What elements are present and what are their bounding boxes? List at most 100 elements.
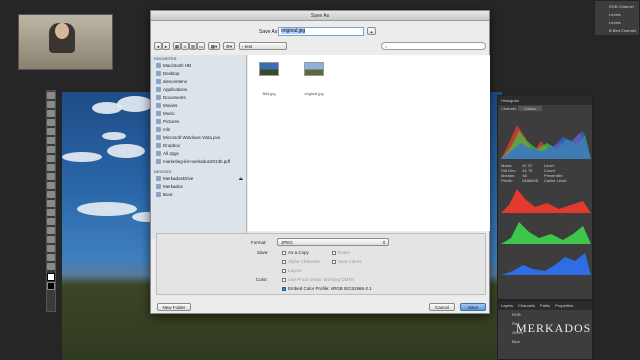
sidebar-item[interactable]: Merkados [151, 183, 246, 191]
panel-item[interactable]: B Bird Channel [595, 25, 639, 33]
tab-layers[interactable]: Layers [501, 303, 513, 308]
watermark-logo: MERKADOS [516, 321, 592, 335]
sidebar-item-label: Movies [163, 103, 178, 108]
stamp-tool-icon[interactable] [47, 164, 55, 171]
channels-panel: Layers Channels Paths Properties RGB Red… [497, 300, 593, 360]
sidebar-item[interactable]: Movies [151, 102, 246, 110]
cloud [117, 96, 153, 112]
sidebar-item[interactable]: Applications [151, 86, 246, 94]
sidebar-item-label: Music [163, 111, 175, 116]
expand-toggle-button[interactable]: ▴ [367, 27, 376, 35]
history-brush-tool-icon[interactable] [47, 173, 55, 180]
healing-tool-icon[interactable] [47, 146, 55, 153]
save-options-label: Save: [257, 250, 269, 255]
sidebar-item[interactable]: All Jpgs [151, 150, 246, 158]
arrange-menu-icon[interactable]: ▦▾ [208, 42, 220, 50]
tab-channels[interactable]: Channels [518, 303, 535, 308]
forward-arrow-icon[interactable]: ▸ [162, 42, 170, 50]
path-select-tool-icon[interactable] [47, 236, 55, 243]
cancel-button[interactable]: Cancel [429, 303, 455, 311]
search-input[interactable]: ⌕ [381, 42, 486, 50]
sidebar-item[interactable]: mls [151, 126, 246, 134]
drive-icon [156, 63, 161, 68]
brush-tool-icon[interactable] [47, 155, 55, 162]
sidebar-item[interactable]: Macintosh HD [151, 62, 246, 70]
column-view-icon[interactable]: ▥ [189, 42, 197, 50]
background-color-swatch[interactable] [47, 282, 55, 290]
lasso-tool-icon[interactable] [47, 110, 55, 117]
eyedropper-tool-icon[interactable] [47, 137, 55, 144]
sidebar-item[interactable]: Boot [151, 191, 246, 199]
blue-histogram [501, 253, 591, 275]
coverflow-view-icon[interactable]: ▭ [197, 42, 205, 50]
tab-paths[interactable]: Paths [540, 303, 550, 308]
list-view-icon[interactable]: ≡ [181, 42, 189, 50]
panel-item[interactable]: RGB Channel [595, 1, 639, 9]
format-select[interactable]: JPEG ⇕ [277, 238, 389, 246]
blur-tool-icon[interactable] [47, 200, 55, 207]
quick-select-tool-icon[interactable] [47, 119, 55, 126]
save-button[interactable]: Save [460, 303, 486, 311]
color-label: Color: [256, 277, 269, 282]
panel-item[interactable]: Levels [595, 17, 639, 25]
sidebar-item[interactable]: alexcenteno [151, 78, 246, 86]
notes-checkbox[interactable]: Notes [332, 250, 350, 255]
embed-profile-checkbox[interactable]: Embed Color Profile: sRGB IEC61966-2.1 [282, 286, 372, 291]
channel-row[interactable]: Blue [498, 337, 592, 346]
icon-view-icon[interactable]: ▦ [173, 42, 181, 50]
alpha-channels-checkbox[interactable]: Alpha Channels [282, 259, 320, 264]
file-name[interactable]: original.jpg [299, 91, 329, 96]
folder-name: test [244, 44, 253, 49]
eject-icon[interactable]: ⏏ [239, 175, 243, 183]
red-histogram [501, 189, 591, 213]
channel-select[interactable]: Colors [518, 106, 542, 111]
sidebar-item-label: Desktop [163, 71, 180, 76]
sidebar-item[interactable]: Microsoft Windows Vista.pvs [151, 134, 246, 142]
documents-icon [156, 95, 161, 100]
marquee-tool-icon[interactable] [47, 101, 55, 108]
folder-icon: ▪ [242, 44, 244, 49]
panel-item[interactable]: Levels [595, 9, 639, 17]
back-arrow-icon[interactable]: ◂ [154, 42, 162, 50]
channel-row[interactable]: RGB [498, 310, 592, 319]
file-thumbnail[interactable] [259, 62, 279, 76]
drive-icon [156, 184, 161, 189]
stat-label: Cache Level: [543, 178, 568, 183]
folder-popup[interactable]: ▪ test [239, 42, 287, 50]
layers-checkbox[interactable]: Layers [282, 268, 302, 273]
sidebar-item[interactable]: Pictures [151, 118, 246, 126]
file-name[interactable]: Bild.jpg [254, 91, 284, 96]
action-menu-icon[interactable]: ⚙▾ [223, 42, 235, 50]
sidebar-item[interactable]: Desktop [151, 70, 246, 78]
filename-input[interactable]: original.jpg [278, 27, 364, 36]
eraser-tool-icon[interactable] [47, 182, 55, 189]
checkbox-icon [332, 250, 336, 255]
hand-tool-icon[interactable] [47, 254, 55, 261]
foreground-color-swatch[interactable] [47, 273, 55, 281]
sidebar-item[interactable]: Dropbox [151, 142, 246, 150]
move-tool-icon[interactable] [47, 92, 55, 99]
as-copy-checkbox[interactable]: As a Copy [282, 250, 309, 255]
shape-tool-icon[interactable] [47, 245, 55, 252]
tab-properties[interactable]: Properties [555, 303, 573, 308]
sidebar-item[interactable]: Music [151, 110, 246, 118]
file-thumbnail[interactable] [304, 62, 324, 76]
sidebar-item-label: mls [163, 127, 170, 132]
use-proof-checkbox[interactable]: Use Proof Setup: Working CMYK [282, 277, 354, 282]
dodge-tool-icon[interactable] [47, 209, 55, 216]
type-tool-icon[interactable] [47, 227, 55, 234]
spot-colors-checkbox[interactable]: Spot Colors [332, 259, 362, 264]
music-icon [156, 111, 161, 116]
sidebar-item[interactable]: Documents [151, 94, 246, 102]
pen-tool-icon[interactable] [47, 218, 55, 225]
crop-tool-icon[interactable] [47, 128, 55, 135]
person-face [55, 23, 69, 39]
zoom-tool-icon[interactable] [47, 263, 55, 270]
sidebar-item[interactable]: MerkadosDrive ⏏ [151, 175, 246, 183]
sidebar-item-label: MerkadosDrive [163, 176, 194, 181]
sidebar-item-label: Applications [163, 87, 188, 92]
save-options: Format: JPEG ⇕ Save: As a Copy Notes Alp… [156, 233, 486, 295]
gradient-tool-icon[interactable] [47, 191, 55, 198]
sidebar-item[interactable]: marketing-kit-merkados2013b.pdf [151, 158, 246, 166]
new-folder-button[interactable]: New Folder [157, 303, 191, 311]
